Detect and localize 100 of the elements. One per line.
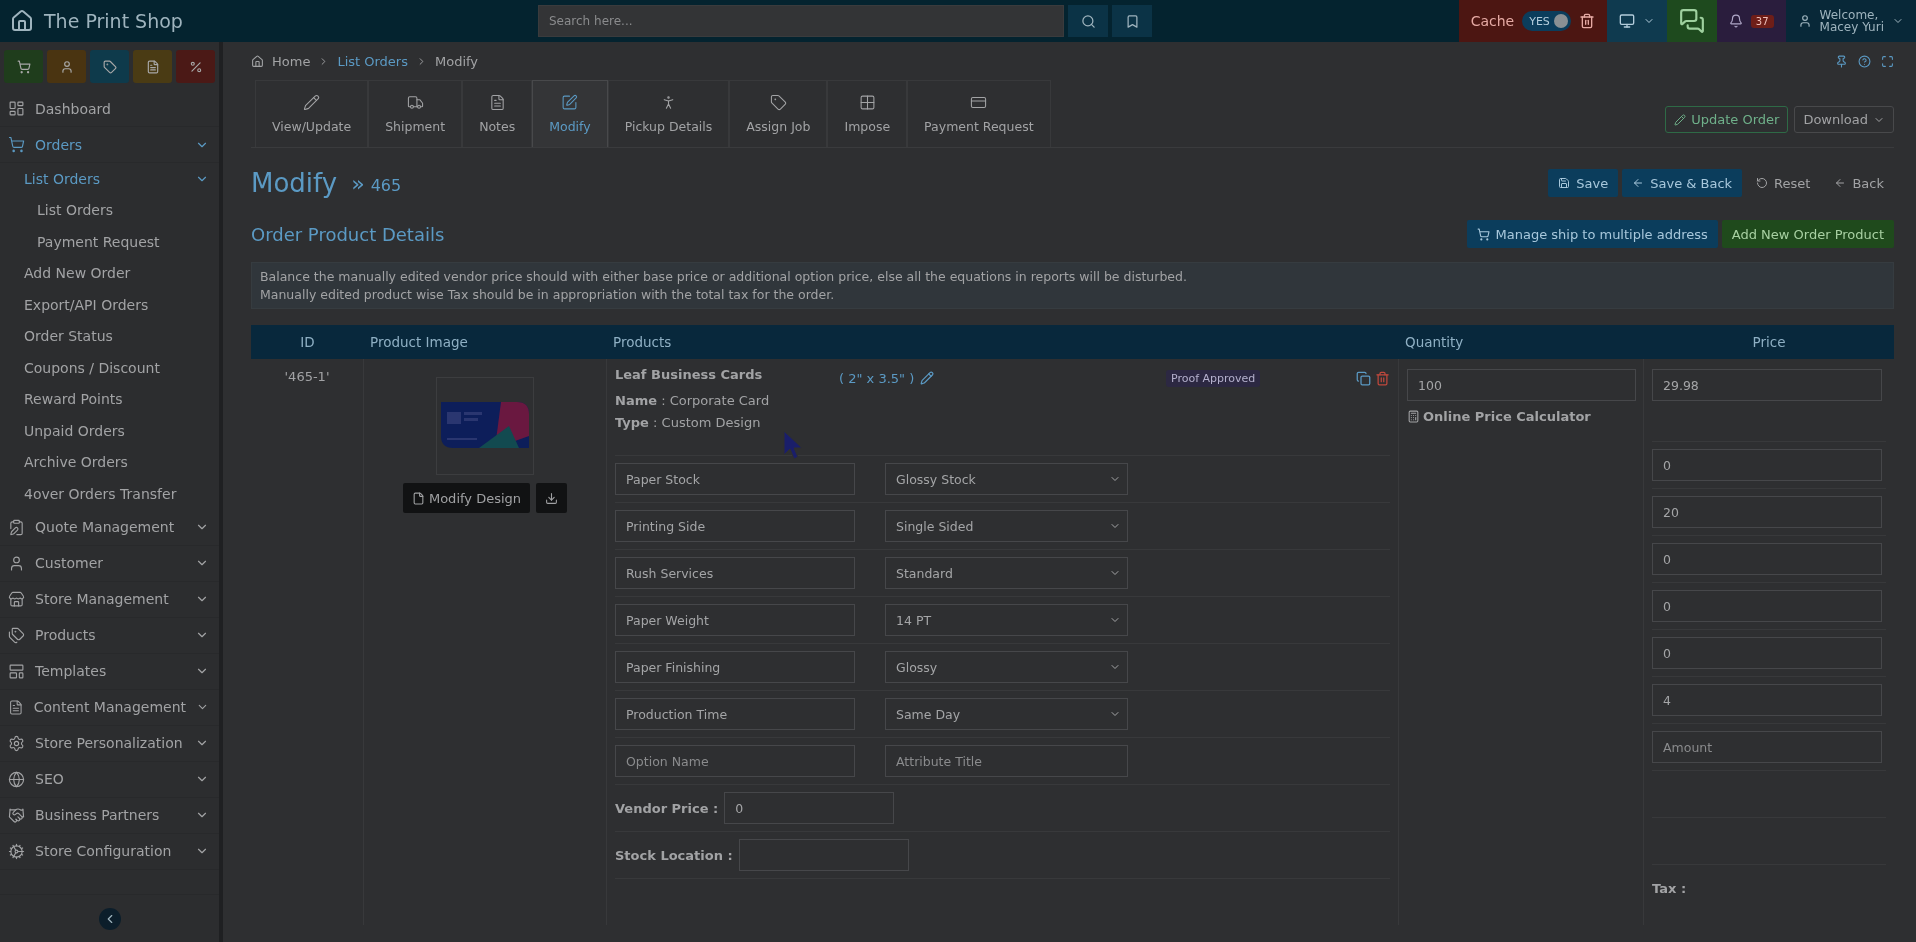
back-button[interactable]: Back bbox=[1824, 169, 1894, 197]
tab[interactable]: Assign Job bbox=[729, 80, 828, 147]
breadcrumb-link[interactable]: List Orders bbox=[337, 53, 408, 69]
sidebar-item[interactable]: Archive Orders bbox=[0, 446, 219, 478]
quantity-field[interactable]: 100 bbox=[1407, 369, 1636, 401]
option-price-field[interactable]: 0 bbox=[1652, 590, 1882, 622]
download-icon bbox=[545, 491, 559, 505]
option-name-field[interactable]: Production Time bbox=[615, 698, 855, 730]
sidebar-item[interactable]: Dashboard bbox=[0, 91, 219, 127]
save-and-back-button[interactable]: Save & Back bbox=[1622, 169, 1743, 197]
option-name-field[interactable]: Option Name bbox=[615, 745, 855, 777]
option-name-field[interactable]: Printing Side bbox=[615, 510, 855, 542]
sidebar-item[interactable]: Templates bbox=[0, 653, 219, 690]
option-select[interactable]: Standard bbox=[885, 557, 1128, 589]
pin-icon[interactable] bbox=[1835, 54, 1848, 68]
option-name-field[interactable]: Rush Services bbox=[615, 557, 855, 589]
tab[interactable]: Modify bbox=[532, 80, 608, 147]
collapse-button[interactable] bbox=[98, 907, 121, 930]
sidebar-item[interactable]: Content Management bbox=[0, 689, 219, 726]
sidebar-item[interactable]: Order Status bbox=[0, 320, 219, 352]
monitor-dropdown[interactable] bbox=[1606, 0, 1667, 42]
amount-field[interactable]: Amount bbox=[1652, 731, 1882, 763]
tab[interactable]: Payment Request bbox=[907, 80, 1051, 147]
quick-action-button[interactable] bbox=[90, 50, 129, 83]
size-text: ( 2" x 3.5" ) bbox=[839, 371, 915, 386]
download-dropdown[interactable]: Download bbox=[1794, 106, 1894, 133]
manage-ship-button[interactable]: Manage ship to multiple address bbox=[1466, 220, 1718, 248]
section-title: Order Product Details bbox=[251, 223, 445, 245]
sidebar-item[interactable]: Store Configuration bbox=[0, 833, 219, 870]
quick-action-button[interactable] bbox=[133, 50, 172, 83]
sidebar-item[interactable]: Store Management bbox=[0, 581, 219, 618]
update-order-button[interactable]: Update Order bbox=[1665, 106, 1789, 133]
option-select[interactable]: Same Day bbox=[885, 698, 1128, 730]
tab[interactable]: Shipment bbox=[368, 80, 463, 147]
reset-button[interactable]: Reset bbox=[1746, 169, 1821, 197]
option-price-field[interactable]: 0 bbox=[1652, 543, 1882, 575]
user-icon bbox=[1797, 14, 1812, 28]
option-price-field[interactable]: 0 bbox=[1652, 449, 1882, 481]
bookmark-button[interactable] bbox=[1112, 5, 1152, 37]
credit-card-icon bbox=[970, 94, 988, 111]
bell-icon[interactable] bbox=[1728, 14, 1743, 28]
price-field[interactable]: 29.98 bbox=[1652, 369, 1882, 401]
quick-action-button[interactable] bbox=[176, 50, 215, 83]
save-button[interactable]: Save bbox=[1548, 169, 1619, 197]
sidebar-item[interactable]: Orders bbox=[0, 127, 219, 163]
handshake-icon bbox=[8, 806, 25, 824]
chat-icon[interactable] bbox=[1678, 8, 1705, 34]
sidebar-item[interactable]: List Orders bbox=[0, 194, 219, 226]
option-price-field[interactable]: 20 bbox=[1652, 496, 1882, 528]
breadcrumb-link[interactable]: Modify bbox=[434, 53, 479, 69]
quick-action-button[interactable] bbox=[47, 50, 86, 83]
search-field[interactable]: Search here... bbox=[538, 5, 1064, 37]
user-name[interactable]: Macey Yuri bbox=[1819, 21, 1884, 33]
sidebar-item[interactable]: Payment Request bbox=[0, 226, 219, 258]
cache-label: Cache bbox=[1470, 13, 1515, 29]
sidebar-item[interactable]: List Orders bbox=[0, 163, 219, 195]
tab[interactable]: View/Update bbox=[255, 80, 369, 147]
help-icon[interactable] bbox=[1858, 54, 1871, 68]
sidebar-item[interactable]: Export/API Orders bbox=[0, 289, 219, 321]
vendor-price-field[interactable]: 0 bbox=[724, 792, 895, 824]
search-button[interactable] bbox=[1068, 5, 1108, 37]
download-button[interactable] bbox=[536, 483, 568, 513]
breadcrumb-link[interactable]: Home bbox=[272, 53, 311, 69]
add-product-button[interactable]: Add New Order Product bbox=[1721, 220, 1894, 248]
stock-location-field[interactable] bbox=[738, 839, 909, 871]
fullscreen-icon[interactable] bbox=[1881, 54, 1894, 68]
sidebar-item[interactable]: Customer bbox=[0, 545, 219, 582]
sidebar-item[interactable]: Business Partners bbox=[0, 797, 219, 834]
attribute-title-field[interactable]: Attribute Title bbox=[885, 745, 1128, 777]
home-icon[interactable] bbox=[251, 54, 264, 68]
percent-icon bbox=[188, 59, 203, 74]
option-select[interactable]: Single Sided bbox=[885, 510, 1128, 542]
option-select[interactable]: Glossy Stock bbox=[885, 463, 1128, 495]
cache-toggle[interactable]: YES bbox=[1522, 11, 1571, 31]
option-price-field[interactable]: 0 bbox=[1652, 637, 1882, 669]
sidebar-item[interactable]: Reward Points bbox=[0, 383, 219, 415]
pencil-icon[interactable] bbox=[920, 371, 935, 385]
tags-icon bbox=[8, 626, 25, 644]
sidebar-item[interactable]: SEO bbox=[0, 761, 219, 798]
trash-icon[interactable] bbox=[1578, 13, 1595, 29]
option-name-field[interactable]: Paper Weight bbox=[615, 604, 855, 636]
price-calculator-link[interactable]: Online Price Calculator bbox=[1407, 409, 1635, 424]
sidebar-item[interactable]: Add New Order bbox=[0, 257, 219, 289]
sidebar-item[interactable]: 4over Orders Transfer bbox=[0, 478, 219, 510]
tab[interactable]: Pickup Details bbox=[607, 80, 730, 147]
layout-icon bbox=[8, 662, 25, 680]
sidebar-item[interactable]: Store Personalization bbox=[0, 725, 219, 762]
option-price-field[interactable]: 4 bbox=[1652, 684, 1882, 716]
option-select[interactable]: Glossy bbox=[885, 651, 1128, 683]
sidebar-item[interactable]: Products bbox=[0, 617, 219, 654]
option-name-field[interactable]: Paper Stock bbox=[615, 463, 855, 495]
option-select[interactable]: 14 PT bbox=[885, 604, 1128, 636]
quick-action-button[interactable] bbox=[4, 50, 43, 83]
modify-design-button[interactable]: Modify Design bbox=[402, 483, 531, 513]
option-name-field[interactable]: Paper Finishing bbox=[615, 651, 855, 683]
sidebar-item[interactable]: Quote Management bbox=[0, 509, 219, 546]
copy-icon[interactable] bbox=[1356, 371, 1371, 386]
sidebar-item[interactable]: Unpaid Orders bbox=[0, 415, 219, 447]
sidebar-item[interactable]: Coupons / Discount bbox=[0, 352, 219, 384]
tab[interactable]: Impose bbox=[827, 80, 908, 147]
